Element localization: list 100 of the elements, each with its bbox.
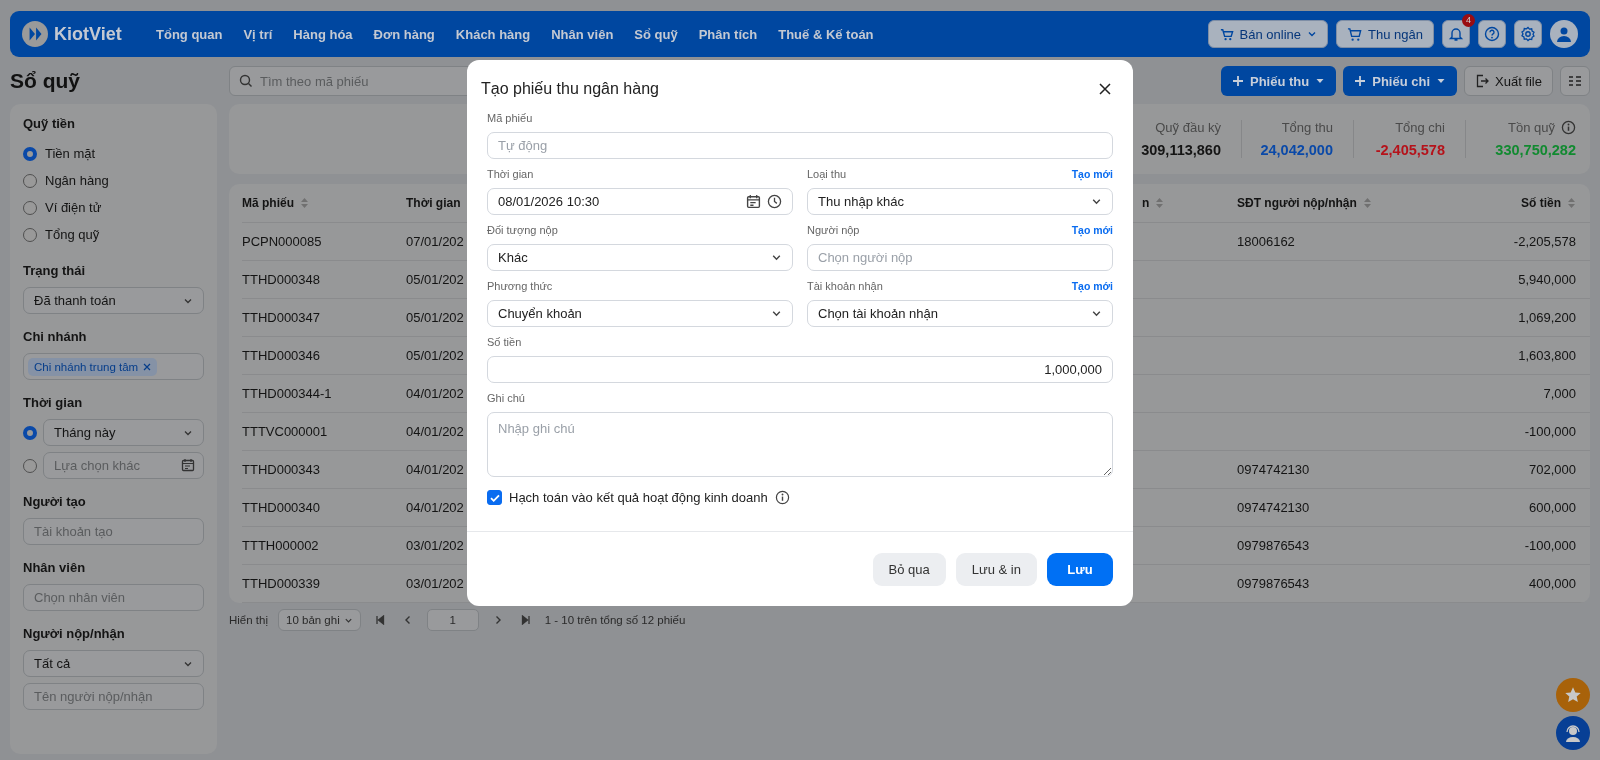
close-button[interactable] — [1097, 81, 1113, 97]
note-field[interactable]: Nhập ghi chú — [487, 412, 1113, 477]
radio-button[interactable] — [23, 458, 37, 473]
field-label: Phương thức — [487, 280, 553, 294]
amount-field[interactable]: 1,000,000 — [487, 356, 1113, 383]
checkbox[interactable] — [487, 490, 502, 505]
filter-title: Quỹ tiền — [23, 116, 76, 131]
plus-icon — [1232, 75, 1244, 87]
nav-link[interactable]: Vị trí — [243, 26, 273, 42]
calendar-icon — [181, 458, 195, 472]
create-new-link[interactable]: Tạo mới — [1071, 224, 1113, 238]
field-label: Thời gian — [487, 168, 534, 182]
page-title: Sổ quỹ — [10, 69, 81, 93]
nav-link[interactable]: Khách hàng — [455, 26, 531, 42]
field-label: Người nộp — [807, 224, 860, 238]
column-header[interactable]: Số tiền — [1521, 196, 1561, 210]
summary-value: 309,113,860 — [1140, 142, 1221, 158]
text-field[interactable]: Chọn người nộp — [807, 244, 1113, 271]
info-icon[interactable] — [1561, 120, 1576, 135]
payer-name-input[interactable]: Tên người nộp/nhận — [23, 683, 204, 710]
help-button[interactable] — [1478, 20, 1506, 48]
page-size-select[interactable]: 10 bản ghi — [278, 609, 361, 631]
table-cell: 400,000 — [1529, 576, 1576, 591]
nav-link[interactable]: Thuế & Kế toán — [778, 26, 874, 42]
select-field[interactable]: Chọn tài khoản nhận — [807, 300, 1113, 327]
select-field[interactable]: Thu nhập khác — [807, 188, 1113, 215]
date-range-field[interactable]: Lựa chọn khác — [43, 452, 204, 479]
select-field[interactable]: Khác — [487, 244, 793, 271]
export-button[interactable]: Xuất file — [1464, 66, 1553, 96]
column-header[interactable]: Thời gian — [406, 196, 461, 210]
notification-badge: 4 — [1462, 14, 1475, 27]
summary-value: 24,042,000 — [1259, 142, 1333, 158]
datetime-field[interactable]: 08/01/2026 10:30 — [487, 188, 793, 215]
column-header[interactable]: Mã phiếu — [242, 196, 294, 210]
table-cell: 1,603,800 — [1518, 348, 1576, 363]
table-cell: TTTVC000001 — [242, 424, 328, 439]
save-button[interactable]: Lưu — [1047, 552, 1113, 586]
close-icon — [1099, 83, 1111, 95]
nav-link[interactable]: Đơn hàng — [373, 26, 435, 42]
nav-link[interactable]: Tổng quan — [156, 26, 223, 42]
first-page-icon[interactable] — [374, 615, 385, 625]
radio-button[interactable] — [23, 227, 37, 242]
cart-icon — [1347, 26, 1363, 42]
table-cell: PCPN000085 — [242, 234, 322, 249]
filter-title: Thời gian — [23, 395, 84, 410]
page-number-field[interactable]: 1 — [426, 609, 479, 631]
radio-label: Ngân hàng — [45, 173, 109, 188]
radio-button[interactable] — [23, 173, 37, 188]
headset-icon — [1563, 723, 1583, 743]
column-header[interactable]: SĐT người nộp/nhận — [1237, 196, 1357, 210]
radio-button[interactable] — [23, 200, 37, 215]
radio-button[interactable] — [23, 425, 37, 440]
favorite-button[interactable] — [1556, 678, 1590, 712]
nav-link[interactable]: Phân tích — [698, 26, 758, 42]
avatar-button[interactable] — [1550, 20, 1578, 48]
select-field[interactable]: Chuyển khoản — [487, 300, 793, 327]
radio-label: Tổng quỹ — [45, 227, 100, 242]
filter-title: Chi nhánh — [23, 329, 88, 344]
help-icon — [1484, 26, 1500, 42]
table-cell: 03/01/202 — [406, 538, 464, 553]
payment-button[interactable]: Phiếu chi — [1343, 66, 1457, 96]
table-cell: 5,940,000 — [1518, 272, 1576, 287]
branch-tag[interactable]: Chi nhánh trung tâm — [28, 357, 158, 376]
radio-button[interactable] — [23, 146, 37, 161]
table-cell: TTHD000348 — [242, 272, 321, 287]
nav-link[interactable]: Nhân viên — [551, 26, 614, 42]
table-cell: TTHD000340 — [242, 500, 321, 515]
settings-icon — [1520, 26, 1536, 42]
filter-input[interactable]: Chọn nhân viên — [23, 584, 204, 611]
cashier-button[interactable]: Thu ngân — [1336, 20, 1434, 48]
period-select[interactable]: Tháng này — [43, 419, 204, 446]
create-new-link[interactable]: Tạo mới — [1071, 168, 1113, 182]
filter-title: Trạng thái — [23, 263, 87, 278]
status-select[interactable]: Đã thanh toán — [23, 287, 204, 314]
nav-link[interactable]: Hàng hóa — [293, 26, 353, 42]
column-header[interactable]: n — [1142, 196, 1150, 210]
last-page-icon[interactable] — [520, 615, 531, 625]
table-cell: TTHD000339 — [242, 576, 321, 591]
user-icon — [1555, 25, 1573, 43]
checkbox-label: Hạch toán vào kết quả hoạt động kinh doanh — [509, 490, 768, 505]
column-view-button[interactable] — [1560, 66, 1590, 96]
online-sales-button[interactable]: Bán online — [1207, 20, 1329, 48]
create-new-link[interactable]: Tạo mới — [1071, 280, 1113, 294]
branch-field[interactable]: Chi nhánh trung tâm — [23, 353, 204, 380]
nav-link[interactable]: Sổ quỹ — [634, 26, 678, 42]
field-label: Số tiền — [487, 336, 522, 350]
settings-button[interactable] — [1514, 20, 1542, 48]
text-field[interactable]: Tự động — [487, 132, 1113, 159]
info-icon[interactable] — [774, 490, 790, 505]
dialog-button[interactable]: Bỏ qua — [872, 552, 946, 586]
receipt-button[interactable]: Phiếu thu — [1221, 66, 1337, 96]
search-icon — [239, 74, 253, 88]
table-cell: -100,000 — [1524, 538, 1576, 553]
filter-input[interactable]: Tài khoản tạo — [23, 518, 204, 545]
payer-type-select[interactable]: Tất cả — [23, 650, 204, 677]
field-label: Mã phiếu — [487, 112, 533, 126]
filter-title: Người tạo — [23, 494, 87, 509]
dialog-button[interactable]: Lưu & in — [955, 552, 1037, 586]
table-cell: 18006162 — [1237, 234, 1295, 249]
support-button[interactable] — [1556, 716, 1590, 750]
